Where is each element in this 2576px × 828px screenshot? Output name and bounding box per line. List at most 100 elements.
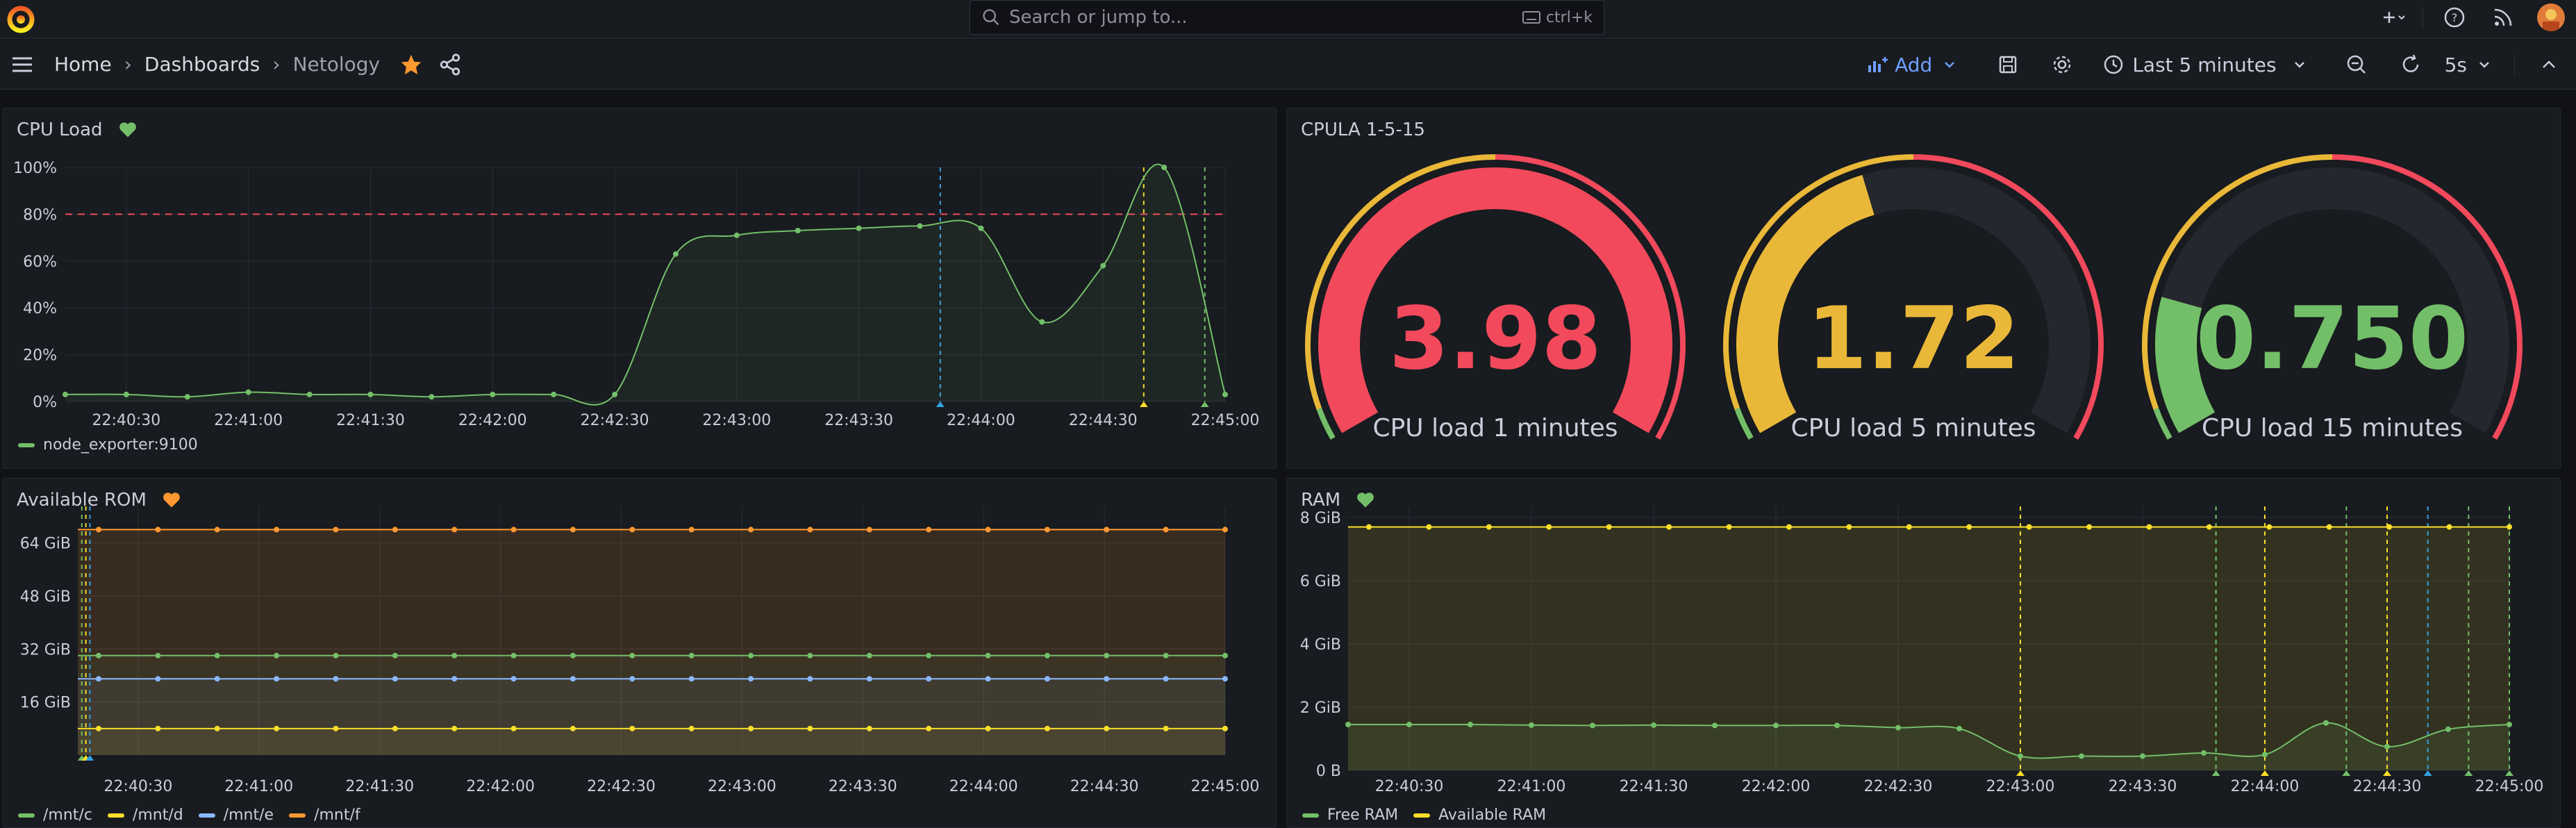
- data-point: [2384, 743, 2390, 750]
- data-point: [2507, 722, 2512, 728]
- ram-panel[interactable]: RAM 0 B2 GiB 4 GiB 6 GiB 8 GiB 22:40:30 22:41…: [1286, 478, 2561, 828]
- data-point: [1606, 524, 1612, 530]
- x-tick-label: 22:45:00: [2475, 778, 2544, 795]
- zoom-out-icon[interactable]: [2345, 53, 2368, 76]
- ram-chart[interactable]: 0 B 2 GiB 4 GiB 6 GiB 8 GiB 22:40:30 22:41:00 2…: [1287, 479, 2561, 828]
- cpu-load-panel[interactable]: CPU Load 0% 20% 40% 60% 80% 100% 22:40:30 22:41…: [2, 108, 1277, 469]
- data-point: [1712, 722, 1718, 729]
- data-point: [629, 725, 635, 731]
- legend-item[interactable]: /mnt/d: [107, 806, 183, 824]
- legend-swatch: [198, 813, 215, 818]
- plus-icon[interactable]: [2374, 6, 2409, 29]
- legend-item[interactable]: /mnt/f: [289, 806, 360, 824]
- annotation-marker-head: [1200, 401, 1209, 407]
- data-point: [245, 389, 251, 395]
- data-point: [214, 725, 220, 731]
- data-point: [451, 725, 458, 731]
- x-tick-label: 22:44:30: [1070, 778, 1139, 795]
- legend-item[interactable]: Free RAM: [1302, 806, 1398, 824]
- refresh-interval-picker[interactable]: 5s: [2445, 53, 2500, 76]
- y-tick-label: 80%: [23, 206, 57, 224]
- x-tick-label: 22:45:00: [1191, 778, 1260, 795]
- gauge-label: CPU load 15 minutes: [2202, 414, 2463, 442]
- data-point: [2026, 524, 2032, 530]
- data-point: [985, 676, 991, 682]
- grafana-logo-icon[interactable]: [6, 4, 36, 35]
- legend-item[interactable]: /mnt/c: [18, 806, 92, 824]
- data-point: [510, 676, 517, 682]
- x-tick-label: 22:41:00: [224, 778, 293, 795]
- data-point: [155, 527, 161, 533]
- data-point: [155, 676, 161, 682]
- data-point: [985, 652, 991, 659]
- chevron-right-icon: ›: [124, 53, 132, 76]
- annotation-marker-head: [2383, 770, 2391, 776]
- available-rom-chart[interactable]: 16 GiB 32 GiB 48 GiB 64 GiB 22:40:30 22:41:00…: [3, 479, 1277, 828]
- data-point: [1039, 319, 1045, 325]
- legend-item[interactable]: Available RAM: [1413, 806, 1546, 824]
- x-tick-label: 22:42:30: [581, 412, 649, 429]
- gauge-value: 3.98: [1389, 289, 1602, 389]
- cpu-load-chart[interactable]: 0% 20% 40% 60% 80% 100% 22:40:30 22:41:00 22:41:…: [3, 108, 1277, 470]
- add-button[interactable]: Add: [1867, 53, 1963, 76]
- refresh-icon[interactable]: [2399, 53, 2423, 76]
- rss-icon[interactable]: [2491, 6, 2515, 29]
- x-tick-label: 22:43:00: [702, 412, 771, 429]
- x-tick-label: 22:45:00: [1191, 412, 1260, 429]
- data-point: [1044, 676, 1050, 682]
- series-area: [78, 728, 1225, 755]
- search-input[interactable]: Search or jump to... ctrl+k: [970, 0, 1604, 35]
- time-range-picker[interactable]: Last 5 minutes: [2103, 53, 2315, 76]
- data-point: [985, 725, 991, 731]
- x-tick-label: 22:43:30: [2109, 778, 2177, 795]
- y-tick-label: 0%: [33, 394, 57, 411]
- share-icon[interactable]: [438, 53, 462, 76]
- panel-title[interactable]: CPULA 1-5-15: [1301, 119, 1425, 140]
- data-point: [1956, 725, 1962, 731]
- gear-icon[interactable]: [2050, 53, 2074, 76]
- data-point: [1044, 527, 1050, 533]
- data-point: [570, 652, 576, 659]
- data-point: [985, 527, 991, 533]
- annotation-marker-head: [2016, 770, 2025, 776]
- svg-text:?: ?: [2452, 11, 2458, 24]
- available-rom-panel[interactable]: Available ROM 16 GiB 32 GiB 48 GiB 64 GiB 22…: [2, 478, 1277, 828]
- data-point: [333, 725, 339, 731]
- data-point: [2079, 753, 2084, 759]
- menu-icon[interactable]: [10, 52, 35, 77]
- data-point: [1366, 524, 1372, 530]
- data-point: [274, 725, 280, 731]
- legend-item[interactable]: node_exporter:9100: [18, 436, 198, 454]
- data-point: [184, 394, 190, 400]
- data-point: [1666, 524, 1672, 530]
- dashboard-navbar: Home › Dashboards › Netology Add Last 5 …: [0, 40, 2576, 90]
- top-right-actions: ?: [2361, 0, 2576, 35]
- data-point: [155, 652, 161, 659]
- breadcrumb-dashboards[interactable]: Dashboards: [144, 53, 260, 76]
- breadcrumb-home[interactable]: Home: [54, 53, 112, 76]
- legend-item[interactable]: /mnt/e: [198, 806, 274, 824]
- divider: [2514, 54, 2515, 75]
- search-placeholder: Search or jump to...: [1009, 7, 1188, 28]
- avatar[interactable]: [2537, 3, 2565, 31]
- cpula-panel[interactable]: CPULA 1-5-15 3.98 CPU load 1 minutes 1.72 C…: [1286, 108, 2561, 469]
- x-tick-label: 22:43:00: [1986, 778, 2055, 795]
- y-tick-label: 8 GiB: [1300, 510, 1341, 527]
- data-point: [333, 527, 339, 533]
- x-tick-label: 22:42:30: [1864, 778, 1933, 795]
- annotation-marker-head: [2505, 770, 2513, 776]
- help-icon[interactable]: ?: [2443, 6, 2466, 29]
- data-point: [866, 652, 872, 659]
- save-icon[interactable]: [1996, 53, 2020, 76]
- chevron-down-icon: [2294, 62, 2304, 68]
- chevron-up-icon[interactable]: [2537, 53, 2561, 76]
- data-point: [392, 652, 398, 659]
- data-point: [510, 725, 517, 731]
- data-point: [1163, 676, 1169, 682]
- data-point: [570, 676, 576, 682]
- data-point: [155, 725, 161, 731]
- star-icon[interactable]: [399, 53, 423, 76]
- data-point: [367, 391, 374, 397]
- data-point: [1104, 652, 1110, 659]
- data-point: [2262, 752, 2268, 758]
